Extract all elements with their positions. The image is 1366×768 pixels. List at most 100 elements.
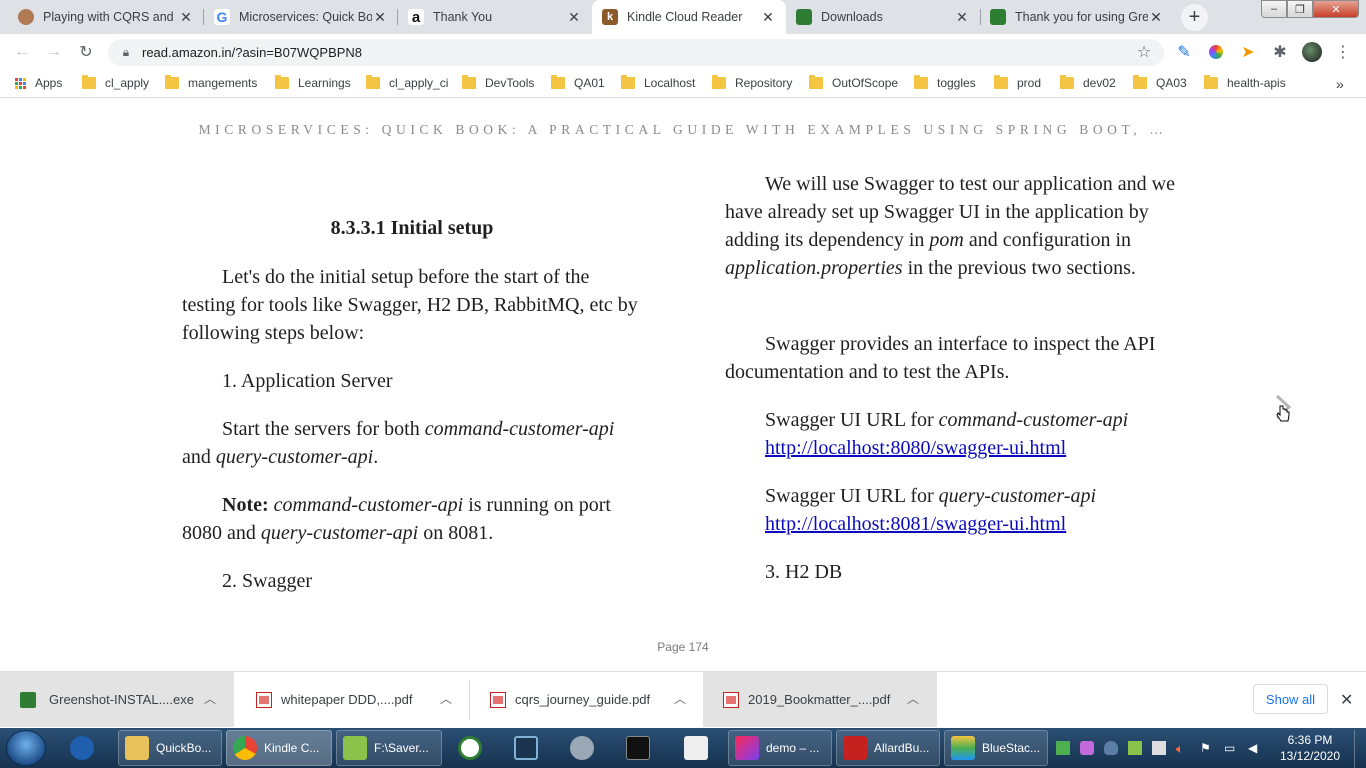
taskbar-pinned-app[interactable] [564, 730, 600, 766]
new-tab-button[interactable]: + [1181, 4, 1208, 31]
bookmarks-overflow-icon[interactable]: » [1336, 76, 1344, 92]
chevron-up-icon[interactable]: ︿ [674, 690, 686, 707]
download-item[interactable]: cqrs_journey_guide.pdf ︿ [470, 672, 704, 727]
taskbar-pinned-app[interactable] [678, 730, 714, 766]
show-all-button[interactable]: Show all [1253, 684, 1328, 714]
close-window-button[interactable]: ✕ [1313, 0, 1359, 18]
chevron-up-icon[interactable]: ︿ [440, 690, 452, 707]
editor-icon [514, 736, 538, 760]
bookmark-folder[interactable]: Repository [712, 75, 792, 90]
taskbar-item-saver[interactable]: F:\Saver... [336, 730, 442, 766]
download-item[interactable]: whitepaper DDD,....pdf ︿ [236, 672, 470, 727]
network-icon[interactable]: ▭ [1224, 741, 1238, 755]
lock-icon[interactable]: 🔒︎ [116, 42, 136, 62]
bookmark-label: OutOfScope [832, 76, 899, 90]
taskbar-item-demo[interactable]: demo – ... [728, 730, 832, 766]
bookmark-folder[interactable]: DevTools [462, 75, 534, 90]
swagger-link-8080[interactable]: http://localhost:8080/swagger-ui.html [765, 437, 1066, 459]
eyedropper-icon[interactable]: ✎ [1174, 42, 1194, 62]
menu-icon[interactable]: ⋮ [1333, 42, 1353, 62]
tab-thank-you[interactable]: a Thank You ✕ [398, 0, 592, 34]
chevron-up-icon[interactable]: ︿ [907, 690, 919, 707]
tab-microservices[interactable]: G Microservices: Quick Boo ✕ [204, 0, 398, 34]
close-icon[interactable]: ✕ [178, 9, 194, 25]
flag-icon[interactable]: ⚑ [1200, 741, 1214, 755]
extension-arrow-icon[interactable]: ➤ [1238, 42, 1258, 62]
taskbar-item-kindle[interactable]: Kindle C... [226, 730, 332, 766]
start-button[interactable] [6, 730, 46, 766]
download-name: whitepaper DDD,....pdf [281, 692, 413, 707]
star-icon[interactable]: ☆ [1134, 42, 1154, 62]
bookmark-folder[interactable]: QA01 [551, 75, 605, 90]
page-number: Page 174 [657, 640, 709, 654]
close-icon[interactable]: ✕ [760, 9, 776, 25]
swagger-url-query: Swagger UI URL for query-customer-api htt… [765, 485, 1097, 535]
intellij-icon [735, 736, 759, 760]
show-desktop-button[interactable] [1354, 730, 1366, 768]
puzzle-icon[interactable]: ✱ [1270, 42, 1290, 62]
snipping-tool-icon [570, 736, 594, 760]
taskbar-pinned-app[interactable] [64, 730, 104, 766]
shield-icon[interactable] [1104, 741, 1118, 755]
tab-cqrs[interactable]: Playing with CQRS and E ✕ [8, 0, 204, 34]
taskbar-item-quickbook[interactable]: QuickBo... [118, 730, 222, 766]
bookmark-folder[interactable]: cl_apply [82, 75, 149, 90]
color-wheel-icon[interactable] [1206, 42, 1226, 62]
bookmark-folder[interactable]: toggles [914, 75, 976, 90]
bookmark-folder[interactable]: dev02 [1060, 75, 1116, 90]
bookmark-folder[interactable]: Localhost [621, 75, 695, 90]
folder-icon [712, 75, 726, 89]
bookmark-apps[interactable]: Apps [15, 76, 62, 90]
folder-icon [165, 75, 179, 89]
clock-app-icon [458, 736, 482, 760]
tab-downloads[interactable]: Downloads ✕ [786, 0, 980, 34]
swagger-link-8081[interactable]: http://localhost:8081/swagger-ui.html [765, 513, 1066, 535]
url-text[interactable]: read.amazon.in/?asin=B07WQPBPN8 [142, 45, 362, 60]
greenshot-tray-icon[interactable] [1056, 741, 1070, 755]
bookmark-folder[interactable]: QA03 [1133, 75, 1187, 90]
tab-thank-you-greenshot[interactable]: Thank you for using Gre ✕ [980, 0, 1174, 34]
maximize-button[interactable]: ❐ [1287, 0, 1313, 18]
taskbar-label: AllardBu... [874, 741, 930, 755]
bookmark-label: cl_apply_ci [389, 76, 449, 90]
pdf-reader-icon [843, 736, 867, 760]
close-icon[interactable]: ✕ [954, 9, 970, 25]
volume-muted-icon[interactable]: 🔈︎ [1176, 741, 1190, 756]
close-icon[interactable]: ✕ [566, 9, 582, 25]
bookmark-folder[interactable]: mangements [165, 75, 257, 90]
taskbar-item-allardbu[interactable]: AllardBu... [836, 730, 940, 766]
close-icon[interactable]: ✕ [1340, 690, 1353, 710]
bookmark-folder[interactable]: OutOfScope [809, 75, 899, 90]
chevron-up-icon[interactable]: ︿ [204, 690, 216, 707]
close-icon[interactable]: ✕ [1148, 9, 1164, 25]
taskbar-clock[interactable]: 6:36 PM 13/12/2020 [1274, 732, 1346, 764]
taskbar-item-bluestacks[interactable]: BlueStac... [944, 730, 1048, 766]
tab-title: Downloads [821, 10, 883, 24]
bookmark-folder[interactable]: cl_apply_ci [366, 75, 449, 90]
tray-app-icon[interactable] [1080, 741, 1094, 755]
taskbar-pinned-app[interactable] [508, 730, 544, 766]
download-item[interactable]: 2019_Bookmatter_....pdf ︿ [703, 672, 937, 727]
download-item[interactable]: Greenshot-INSTAL....exe ︿ [0, 672, 234, 727]
tab-kindle-cloud-reader[interactable]: k Kindle Cloud Reader ✕ [592, 0, 786, 34]
bookmark-folder[interactable]: health-apis [1204, 75, 1286, 90]
bookmark-label: Learnings [298, 76, 351, 90]
reload-icon[interactable]: ↻ [76, 42, 96, 62]
profile-avatar[interactable] [1302, 42, 1322, 62]
paragraph-swagger-use: We will use Swagger to test our applicat… [725, 173, 1175, 279]
bluestacks-tray-icon[interactable] [1128, 741, 1142, 755]
bookmark-folder[interactable]: Learnings [275, 75, 351, 90]
speaker-icon[interactable]: ◀ [1248, 741, 1262, 755]
folder-icon [809, 75, 823, 89]
back-icon[interactable]: ← [12, 42, 32, 62]
taskbar-pinned-app[interactable] [452, 730, 488, 766]
close-icon[interactable]: ✕ [372, 9, 388, 25]
kindle-icon: k [602, 9, 618, 25]
minimize-button[interactable]: – [1261, 0, 1287, 18]
paragraph-start-servers: Start the servers for both command-custo… [182, 418, 615, 468]
bookmark-folder[interactable]: prod [994, 75, 1041, 90]
google-icon: G [214, 9, 230, 25]
network-monitor-icon[interactable] [1152, 741, 1166, 755]
forward-icon[interactable]: → [44, 42, 64, 62]
taskbar-pinned-app[interactable] [620, 730, 656, 766]
